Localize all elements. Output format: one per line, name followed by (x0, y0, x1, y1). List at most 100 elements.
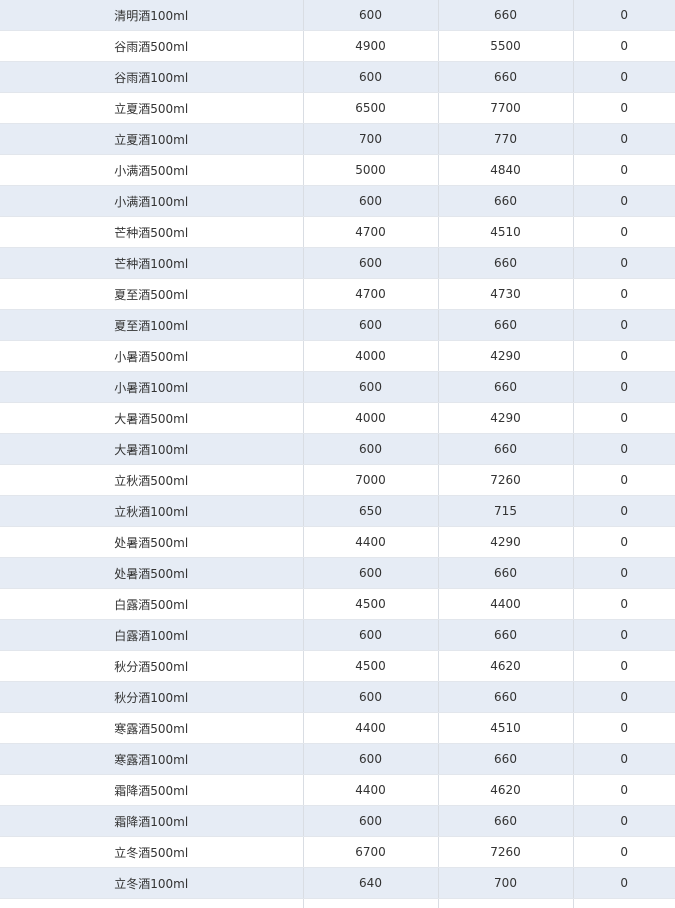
product-name: 立夏酒100ml (114, 132, 189, 147)
product-name: 夏至酒500ml (114, 287, 189, 302)
table-row: 芒种酒100ml 600 660 0 (0, 247, 675, 279)
cell-value: 6500 (355, 101, 386, 115)
cell-value: 660 (494, 566, 517, 580)
value-cell-col3: 660 (438, 61, 574, 93)
value-cell-col3: 660 (438, 371, 574, 403)
value-cell-col4: 0 (573, 154, 675, 186)
value-cell-col3: 660 (438, 433, 574, 465)
table-row: 夏至酒100ml 600 660 0 (0, 309, 675, 341)
value-cell-col4: 0 (573, 681, 675, 713)
value-cell-col2: 4200 (303, 898, 439, 908)
product-name-cell: 寒露酒500ml (0, 712, 304, 744)
table-row: 小暑酒100ml 600 660 0 (0, 371, 675, 403)
product-name: 霜降酒500ml (114, 783, 189, 798)
cell-value: 4900 (355, 39, 386, 53)
value-cell-col3: 4840 (438, 154, 574, 186)
product-name-cell: 小满酒500ml (0, 154, 304, 186)
cell-value: 0 (620, 163, 629, 177)
value-cell-col3: 4620 (438, 774, 574, 806)
product-name-cell: 小暑酒500ml (0, 340, 304, 372)
product-name-cell: 芒种酒100ml (0, 247, 304, 279)
cell-value: 7700 (490, 101, 521, 115)
cell-value: 5000 (355, 163, 386, 177)
value-cell-col4: 0 (573, 309, 675, 341)
value-cell-col4: 0 (573, 588, 675, 620)
product-name-cell: 寒露酒100ml (0, 743, 304, 775)
cell-value: 7000 (355, 473, 386, 487)
table-row: 立秋酒500ml 7000 7260 0 (0, 464, 675, 496)
cell-value: 600 (359, 70, 382, 84)
product-name-cell: 立夏酒500ml (0, 92, 304, 124)
cell-value: 0 (620, 194, 629, 208)
cell-value: 4290 (490, 349, 521, 363)
product-name: 立夏酒500ml (114, 101, 189, 116)
table-row: 小满酒500ml 5000 4840 0 (0, 154, 675, 186)
table-row: 芒种酒500ml 4700 4510 0 (0, 216, 675, 248)
cell-value: 660 (494, 690, 517, 704)
value-cell-col3: 660 (438, 681, 574, 713)
value-cell-col4: 0 (573, 712, 675, 744)
table-row: 谷雨酒500ml 4900 5500 0 (0, 30, 675, 62)
table-row: 白露酒500ml 4500 4400 0 (0, 588, 675, 620)
value-cell-col4: 0 (573, 371, 675, 403)
product-name: 谷雨酒500ml (114, 39, 189, 54)
product-name-cell: 大暑酒100ml (0, 433, 304, 465)
cell-value: 0 (620, 349, 629, 363)
cell-value: 0 (620, 628, 629, 642)
value-cell-col2: 600 (303, 557, 439, 589)
product-name-cell: 小暑酒100ml (0, 371, 304, 403)
value-cell-col2: 600 (303, 247, 439, 279)
product-name: 寒露酒500ml (114, 721, 189, 736)
table-row: 小满酒100ml 600 660 0 (0, 185, 675, 217)
cell-value: 0 (620, 845, 629, 859)
table-row: 霜降酒500ml 4400 4620 0 (0, 774, 675, 806)
cell-value: 600 (359, 566, 382, 580)
cell-value: 660 (494, 814, 517, 828)
cell-value: 0 (620, 690, 629, 704)
table-row: 立夏酒100ml 700 770 0 (0, 123, 675, 155)
value-cell-col3: 5500 (438, 30, 574, 62)
product-name-cell: 谷雨酒500ml (0, 30, 304, 62)
product-name-cell: 处暑酒500ml (0, 557, 304, 589)
value-cell-col3: 7700 (438, 92, 574, 124)
cell-value: 0 (620, 70, 629, 84)
cell-value: 700 (359, 132, 382, 146)
value-cell-col4: 0 (573, 247, 675, 279)
value-cell-col3: 660 (438, 805, 574, 837)
product-name: 小暑酒500ml (114, 349, 189, 364)
product-name-cell: 夏至酒100ml (0, 309, 304, 341)
product-name: 夏至酒100ml (114, 318, 189, 333)
product-name: 霜降酒100ml (114, 814, 189, 829)
value-cell-col2: 600 (303, 433, 439, 465)
value-cell-col3: 660 (438, 619, 574, 651)
product-name-cell: 小满酒100ml (0, 185, 304, 217)
table-row: 处暑酒500ml 600 660 0 (0, 557, 675, 589)
product-name: 立秋酒100ml (114, 504, 189, 519)
product-name-cell: 夏至酒500ml (0, 278, 304, 310)
product-name-cell: 立冬酒100ml (0, 867, 304, 899)
cell-value: 0 (620, 442, 629, 456)
value-cell-col3: 4400 (438, 898, 574, 908)
value-cell-col2: 4500 (303, 650, 439, 682)
cell-value: 0 (620, 659, 629, 673)
product-name: 大暑酒500ml (114, 411, 189, 426)
cell-value: 4000 (355, 349, 386, 363)
cell-value: 660 (494, 752, 517, 766)
value-cell-col4: 0 (573, 216, 675, 248)
product-name: 立冬酒500ml (114, 845, 189, 860)
value-cell-col3: 715 (438, 495, 574, 527)
value-cell-col2: 700 (303, 123, 439, 155)
table-row: 秋分酒100ml 600 660 0 (0, 681, 675, 713)
product-name: 芒种酒100ml (114, 256, 189, 271)
cell-value: 0 (620, 597, 629, 611)
cell-value: 600 (359, 628, 382, 642)
cell-value: 0 (620, 876, 629, 890)
cell-value: 0 (620, 566, 629, 580)
table-row: 寒露酒100ml 600 660 0 (0, 743, 675, 775)
cell-value: 4000 (355, 411, 386, 425)
cell-value: 4500 (355, 659, 386, 673)
table-row: 立秋酒100ml 650 715 0 (0, 495, 675, 527)
product-name-cell: 谷雨酒100ml (0, 61, 304, 93)
cell-value: 6700 (355, 845, 386, 859)
product-name-cell: 立夏酒100ml (0, 123, 304, 155)
